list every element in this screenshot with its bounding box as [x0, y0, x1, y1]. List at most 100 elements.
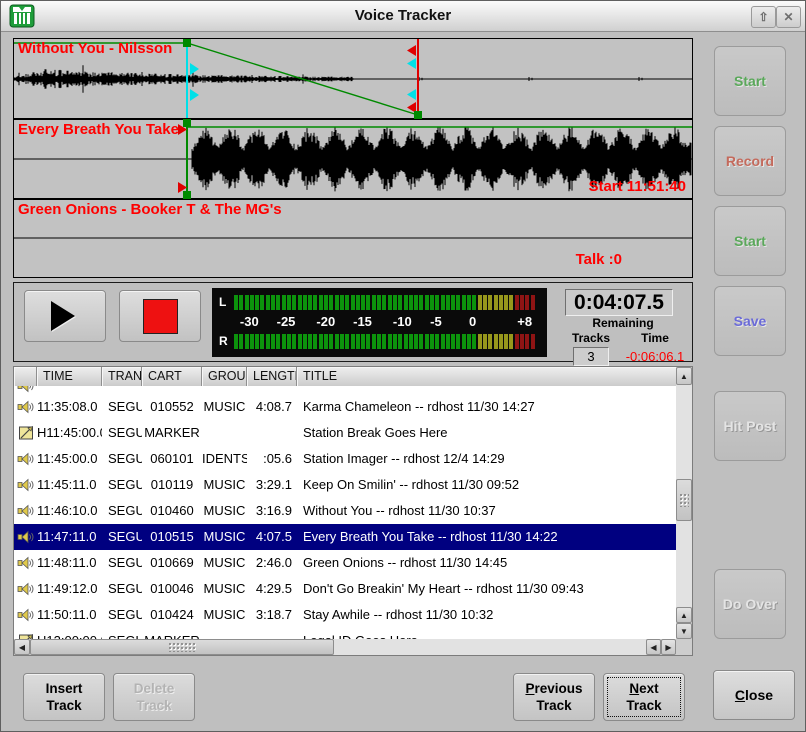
meter-tick-label: -25	[277, 314, 296, 329]
horizontal-scrollbar[interactable]: ◀ ◀ ▶	[14, 639, 676, 655]
log-row[interactable]: 11:50:11.0SEGUE010424MUSIC3:18.7Stay Awh…	[14, 602, 676, 628]
log-row[interactable]: 11:47:11.0SEGUE010515MUSIC4:07.5Every Br…	[14, 524, 676, 550]
cell-length: 3:18.7	[247, 602, 297, 628]
log-row[interactable]: 11:49:12.0SEGUE010046MUSIC4:29.5Don't Go…	[14, 576, 676, 602]
track-display[interactable]: Without You - Nilsson Every Breath You T…	[13, 38, 693, 278]
log-row[interactable]: 11:35:08.0SEGUE010552MUSIC4:08.7Karma Ch…	[14, 394, 676, 420]
log-row[interactable]: 11:45:00.0SEGUE060101IDENTS:05.6Station …	[14, 446, 676, 472]
cell-length: 2:46.0	[247, 550, 297, 576]
track1-cue-handle-top[interactable]	[190, 63, 199, 75]
remaining-panel: Remaining Tracks 3 Time -0:06:06.1	[559, 316, 687, 358]
log-row[interactable]: 11:45:11.0SEGUE010119MUSIC3:29.1Keep On …	[14, 472, 676, 498]
cell-time: 11:45:00.0	[37, 446, 102, 472]
meter-segment	[456, 334, 460, 349]
log-row[interactable]: H11:45:00.0SEGUEMARKERStation Break Goes…	[14, 420, 676, 446]
meter-segment	[282, 334, 286, 349]
cell-title: Karma Chameleon -- rdhost 11/30 14:27	[297, 394, 676, 420]
cell-time: 11:47:11.0	[37, 524, 102, 550]
previous-track-button[interactable]: Previous Track	[513, 673, 595, 721]
track1-cue-handle-bottom[interactable]	[190, 89, 199, 101]
scroll-down-icon[interactable]: ▼	[676, 623, 692, 639]
col-length: LENGTH	[247, 367, 297, 386]
save-button[interactable]: Save	[714, 286, 786, 356]
track1-envelope-handle-1[interactable]	[183, 39, 191, 47]
record-button[interactable]: Record	[714, 126, 786, 196]
cell-trans: SEGUE	[102, 602, 142, 628]
close-button[interactable]: Close	[713, 670, 795, 720]
next-track-button[interactable]: Next Track	[603, 673, 685, 721]
audio-icon	[14, 602, 37, 628]
log-row[interactable]: 11:46:10.0SEGUE010460MUSIC3:16.9Without …	[14, 498, 676, 524]
vscroll-thumb[interactable]	[676, 479, 692, 521]
cell-title: Don't Go Breakin' My Heart -- rdhost 11/…	[297, 576, 676, 602]
meter-segment	[499, 334, 503, 349]
track2-envelope-handle-1[interactable]	[183, 119, 191, 127]
start1-button[interactable]: Start	[714, 46, 786, 116]
track1-cue-handle-3[interactable]	[407, 58, 416, 69]
cell-cart: MARKER	[142, 420, 202, 446]
meter-segment	[520, 295, 524, 310]
cell-time: 11:45:11.0	[37, 472, 102, 498]
scroll-up-icon[interactable]: ▲	[676, 367, 692, 385]
hit-post-button[interactable]: Hit Post	[714, 391, 786, 461]
meter-left-label: L	[219, 295, 226, 309]
waveform-canvas	[14, 39, 692, 277]
hscroll-thumb[interactable]	[30, 639, 334, 655]
meter-segment	[319, 334, 323, 349]
track-separator-1	[14, 118, 692, 120]
start2-button[interactable]: Start	[714, 206, 786, 276]
meter-segment	[266, 334, 270, 349]
insert-track-button[interactable]: Insert Track	[23, 673, 105, 721]
scroll-left2-icon[interactable]: ◀	[646, 639, 661, 655]
vscroll-trough-top[interactable]	[676, 385, 692, 479]
track1-cue-handle-4[interactable]	[407, 89, 416, 100]
meter-tick-label: -30	[240, 314, 259, 329]
vertical-scrollbar[interactable]: ▲ ▲ ▼	[676, 367, 692, 639]
cell-cart: 010669	[142, 550, 202, 576]
cell-trans	[102, 386, 142, 394]
play-button[interactable]	[24, 290, 106, 342]
cell-group	[202, 386, 247, 394]
cell-time: 11:50:11.0	[37, 602, 102, 628]
meter-segment	[494, 295, 498, 310]
scroll-right-icon[interactable]: ▶	[661, 639, 676, 655]
meter-segment	[239, 334, 243, 349]
vscroll-trough-bottom[interactable]	[676, 521, 692, 607]
hscroll-trough[interactable]	[334, 639, 646, 655]
meter-tick-label: -20	[316, 314, 335, 329]
maximize-icon[interactable]: ⇧	[751, 6, 776, 28]
audio-icon	[14, 472, 37, 498]
cell-title	[297, 386, 676, 394]
meter-segment	[340, 295, 344, 310]
track1-end-handle-1[interactable]	[407, 45, 416, 56]
do-over-button[interactable]: Do Over	[714, 569, 786, 639]
delete-track-button[interactable]: Delete Track	[113, 673, 195, 721]
stop-button[interactable]	[119, 290, 201, 342]
window-title: Voice Tracker	[1, 7, 805, 24]
track2-envelope-handle-2[interactable]	[183, 191, 191, 199]
log-row[interactable]: H12:00:00.0SEGUEMARKERLegal ID Goes Here	[14, 628, 676, 639]
meter-segment	[255, 295, 259, 310]
log-row[interactable]	[14, 386, 676, 394]
meter-segment	[430, 334, 434, 349]
close-window-icon[interactable]: ✕	[776, 6, 801, 28]
track3-label: Green Onions - Booker T & The MG's	[18, 201, 282, 218]
meter-segment	[308, 334, 312, 349]
track1-envelope-handle-2[interactable]	[414, 111, 422, 119]
scroll-up2-icon[interactable]: ▲	[676, 607, 692, 623]
play-icon	[51, 301, 75, 331]
cell-length	[247, 628, 297, 639]
meter-segment	[361, 295, 365, 310]
meter-segment	[345, 334, 349, 349]
insert-track-label2: Track	[46, 697, 81, 714]
vu-meter: L -30-25-20-15-10-50+8 R	[212, 288, 547, 357]
transport-panel: L -30-25-20-15-10-50+8 R 0:04:07.5 Remai…	[13, 282, 693, 362]
meter-segment	[467, 334, 471, 349]
meter-tick-label: 0	[469, 314, 476, 329]
meter-segment	[372, 334, 376, 349]
remaining-tracks-value: 3	[573, 347, 609, 366]
scroll-left-icon[interactable]: ◀	[14, 639, 30, 655]
log-row[interactable]: 11:48:11.0SEGUE010669MUSIC2:46.0Green On…	[14, 550, 676, 576]
col-icon	[14, 367, 37, 386]
titlebar[interactable]: Voice Tracker ⇧ ✕	[1, 1, 805, 32]
